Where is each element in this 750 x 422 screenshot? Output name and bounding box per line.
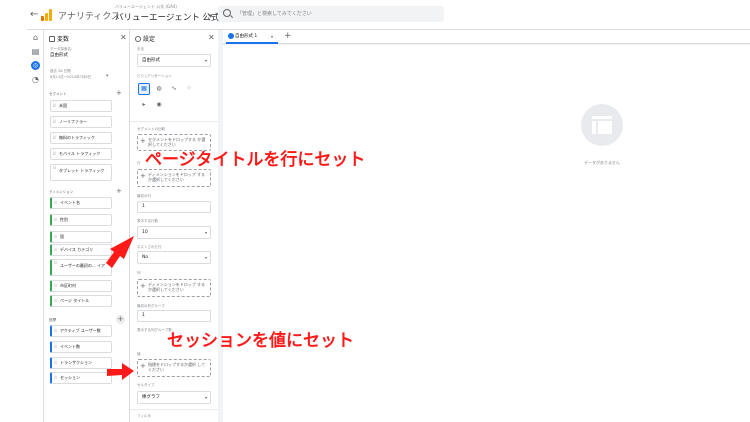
arrow-to-rows xyxy=(106,236,134,268)
annotation-arrows xyxy=(106,236,134,380)
arrow-to-values xyxy=(107,363,134,380)
